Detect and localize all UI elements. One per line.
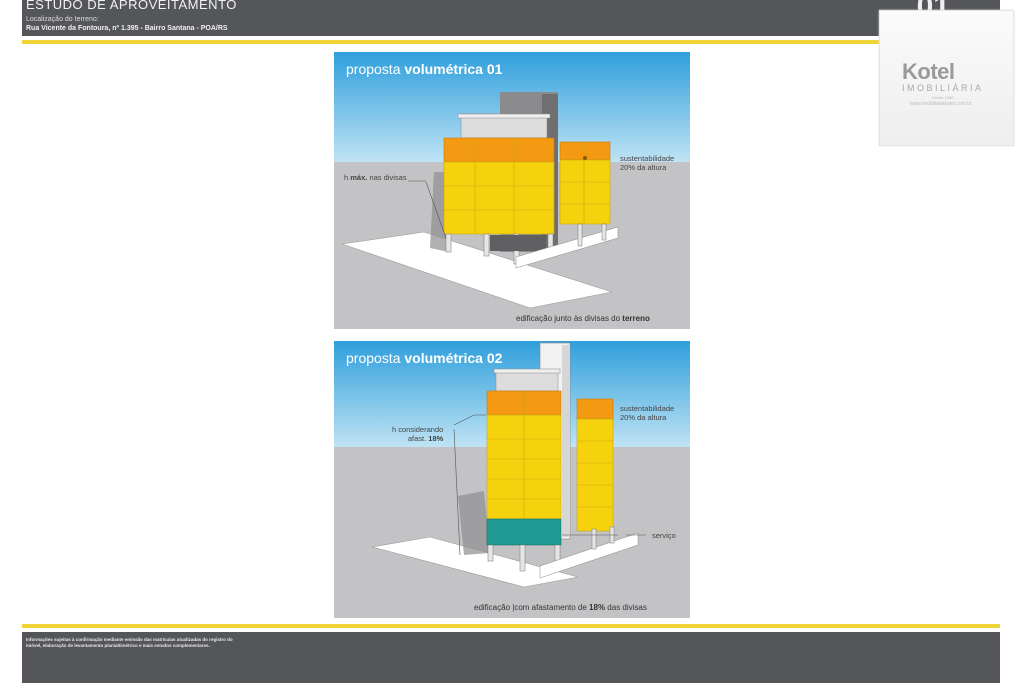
panel2-title: proposta volumétrica 02 xyxy=(346,350,503,366)
header-bar: ESTUDO DE APROVEITAMENTO Localização do … xyxy=(22,0,1000,36)
panel1-height-label: h máx. nas divisas xyxy=(344,173,407,182)
panel-volumetric-01: proposta volumétrica 01 h máx. nas divis… xyxy=(334,52,690,329)
volumetric-01-illustration xyxy=(334,52,690,329)
footer-disclaimer: Informações sujeitas à confirmação media… xyxy=(26,637,233,648)
logo-since: Desde 1966 xyxy=(932,95,954,100)
panel2-sustainability-label: sustentabilidade 20% da altura xyxy=(620,404,675,422)
panel1-caption: edificação junto às divisas do terreno xyxy=(516,314,650,323)
company-logo: Kotel IMOBILIÁRIA Desde 1966 www.imobili… xyxy=(879,10,1014,146)
logo-name: Kotel xyxy=(902,59,955,84)
panel1-sustainability-label: sustentabilidade 20% da altura xyxy=(620,154,675,172)
panel2-height-label: h considerando afast. 18% xyxy=(392,425,444,443)
volumetric-02-illustration xyxy=(334,341,690,618)
footer-bar: Informações sujeitas à confirmação media… xyxy=(22,632,1000,683)
header-divider xyxy=(22,40,1000,44)
location-address: Rua Vicente da Fontoura, nº 1.395 - Bair… xyxy=(26,25,228,32)
logo-subtitle: IMOBILIÁRIA xyxy=(902,83,984,93)
panel1-title: proposta volumétrica 01 xyxy=(346,61,503,77)
footer-divider xyxy=(22,624,1000,628)
panel2-service-label: serviço xyxy=(652,531,676,540)
location-label: Localização do terreno: xyxy=(26,16,99,23)
panel2-caption: edificação |com afastamento de 18% das d… xyxy=(474,603,647,612)
logo-url: www.imobiliariakotel.com.br xyxy=(910,101,972,107)
page-title: ESTUDO DE APROVEITAMENTO xyxy=(26,0,237,12)
panel-volumetric-02: proposta volumétrica 02 h considerando af… xyxy=(334,341,690,618)
